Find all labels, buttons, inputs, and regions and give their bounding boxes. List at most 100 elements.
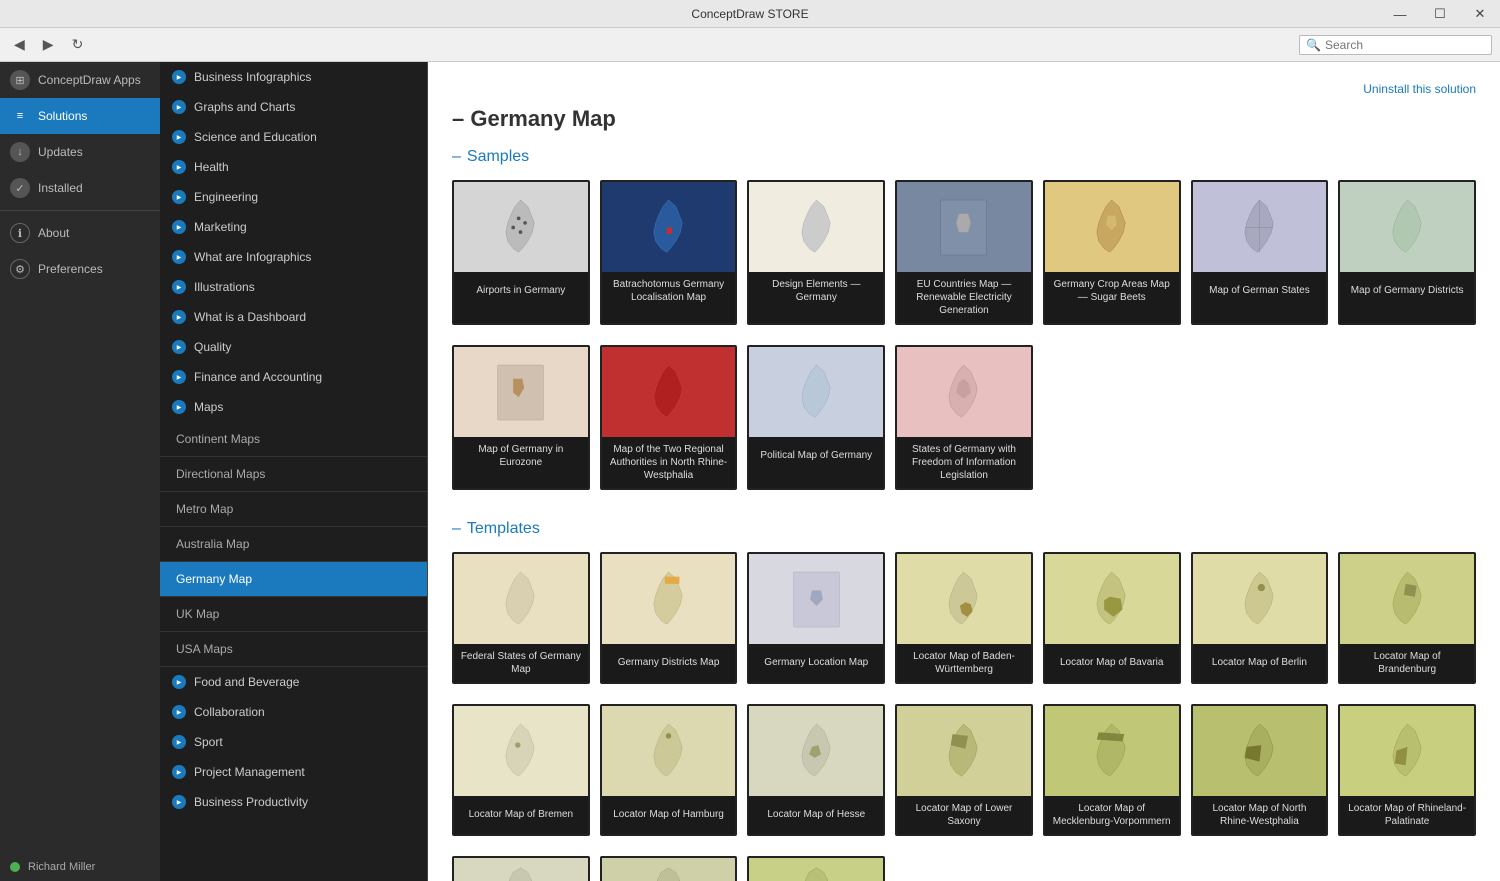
close-button[interactable]: ✕ (1460, 0, 1500, 28)
nav-sub-continent-maps[interactable]: Continent Maps (160, 422, 427, 457)
nav-item-collaboration[interactable]: Collaboration (160, 697, 427, 727)
window-controls: — ☐ ✕ (1380, 0, 1500, 27)
card-more-3[interactable] (747, 856, 885, 881)
nav-item-business-productivity[interactable]: Business Productivity (160, 787, 427, 817)
window-title: ConceptDraw STORE (691, 7, 808, 21)
card-locator-bavaria[interactable]: Locator Map of Bavaria (1043, 552, 1181, 684)
card-batrachotomus[interactable]: Batrachotomus Germany Localisation Map (600, 180, 738, 325)
card-locator-north-rhine[interactable]: Locator Map of North Rhine-Westphalia (1191, 704, 1329, 836)
card-locator-hesse[interactable]: Locator Map of Hesse (747, 704, 885, 836)
card-federal-states[interactable]: Federal States of Germany Map (452, 552, 590, 684)
nav-item-engineering[interactable]: Engineering (160, 182, 427, 212)
about-icon: ℹ (10, 223, 30, 243)
card-locator-brandenburg[interactable]: Locator Map of Brandenburg (1338, 552, 1476, 684)
sidebar-item-preferences-label: Preferences (38, 262, 103, 276)
sidebar-item-solutions[interactable]: ≡ Solutions (0, 98, 160, 134)
nav-item-illustrations[interactable]: Illustrations (160, 272, 427, 302)
sidebar: ⊞ ConceptDraw Apps ≡ Solutions ↓ Updates… (0, 62, 160, 881)
nav-bullet-marketing (172, 220, 186, 234)
card-locator-berlin[interactable]: Locator Map of Berlin (1191, 552, 1329, 684)
search-icon: 🔍 (1306, 38, 1321, 52)
nav-bullet-quality (172, 340, 186, 354)
card-img-political-map (749, 347, 883, 437)
card-locator-lower-saxony[interactable]: Locator Map of Lower Saxony (895, 704, 1033, 836)
nav-item-what-are-infographics[interactable]: What are Infographics (160, 242, 427, 272)
uninstall-link[interactable]: Uninstall this solution (452, 82, 1476, 96)
nav-item-project-management[interactable]: Project Management (160, 757, 427, 787)
card-germany-districts-tmpl[interactable]: Germany Districts Map (600, 552, 738, 684)
card-germany-crop[interactable]: Germany Crop Areas Map — Sugar Beets (1043, 180, 1181, 325)
card-airports-germany[interactable]: Airports in Germany (452, 180, 590, 325)
forward-button[interactable]: ▶ (37, 33, 60, 56)
card-img-germany-districts-tmpl (602, 554, 736, 644)
card-two-regional[interactable]: Map of the Two Regional Authorities in N… (600, 345, 738, 490)
card-img-locator-hesse (749, 706, 883, 796)
card-political-map[interactable]: Political Map of Germany (747, 345, 885, 490)
card-more-1[interactable] (452, 856, 590, 881)
nav-item-maps[interactable]: Maps (160, 392, 427, 422)
sidebar-item-preferences[interactable]: ⚙ Preferences (0, 251, 160, 287)
nav-bullet-food-beverage (172, 675, 186, 689)
sidebar-item-apps[interactable]: ⊞ ConceptDraw Apps (0, 62, 160, 98)
card-img-more-2 (602, 858, 736, 881)
card-more-2[interactable] (600, 856, 738, 881)
sidebar-item-installed[interactable]: ✓ Installed (0, 170, 160, 206)
nav-item-sport[interactable]: Sport (160, 727, 427, 757)
sidebar-item-about[interactable]: ℹ About (0, 215, 160, 251)
nav-item-finance-accounting[interactable]: Finance and Accounting (160, 362, 427, 392)
nav-item-science-education[interactable]: Science and Education (160, 122, 427, 152)
card-germany-eurozone[interactable]: Map of Germany in Eurozone (452, 345, 590, 490)
sidebar-item-updates[interactable]: ↓ Updates (0, 134, 160, 170)
templates-toggle[interactable]: – (452, 520, 461, 538)
card-locator-rhineland[interactable]: Locator Map of Rhineland-Palatinate (1338, 704, 1476, 836)
card-label-locator-berlin: Locator Map of Berlin (1193, 644, 1327, 680)
nav-item-graphs-charts[interactable]: Graphs and Charts (160, 92, 427, 122)
nav-item-marketing[interactable]: Marketing (160, 212, 427, 242)
nav-sub-usa-maps-label: USA Maps (176, 642, 233, 656)
refresh-button[interactable]: ↻ (66, 33, 90, 56)
card-locator-mecklenburg[interactable]: Locator Map of Mecklenburg-Vorpommern (1043, 704, 1181, 836)
card-states-freedom[interactable]: States of Germany with Freedom of Inform… (895, 345, 1033, 490)
card-label-locator-bavaria: Locator Map of Bavaria (1045, 644, 1179, 680)
nav-sub-uk-map[interactable]: UK Map (160, 597, 427, 632)
card-locator-hamburg[interactable]: Locator Map of Hamburg (600, 704, 738, 836)
card-germany-location[interactable]: Germany Location Map (747, 552, 885, 684)
card-design-elements[interactable]: Design Elements — Germany (747, 180, 885, 325)
nav-sub-usa-maps[interactable]: USA Maps (160, 632, 427, 667)
nav-item-food-beverage[interactable]: Food and Beverage (160, 667, 427, 697)
card-label-states-freedom: States of Germany with Freedom of Inform… (897, 437, 1031, 488)
nav-sub-uk-map-label: UK Map (176, 607, 219, 621)
samples-section-title: Samples (467, 148, 529, 166)
nav-label-business-productivity: Business Productivity (194, 795, 308, 809)
nav-label-finance-accounting: Finance and Accounting (194, 370, 322, 384)
updates-icon: ↓ (10, 142, 30, 162)
samples-toggle[interactable]: – (452, 148, 461, 166)
back-button[interactable]: ◀ (8, 33, 31, 56)
card-eu-countries[interactable]: EU Countries Map — Renewable Electricity… (895, 180, 1033, 325)
maximize-button[interactable]: ☐ (1420, 0, 1460, 28)
nav-sub-metro-map[interactable]: Metro Map (160, 492, 427, 527)
nav-sub-australia-map[interactable]: Australia Map (160, 527, 427, 562)
card-map-germany-districts[interactable]: Map of Germany Districts (1338, 180, 1476, 325)
nav-item-what-is-dashboard[interactable]: What is a Dashboard (160, 302, 427, 332)
search-input[interactable] (1325, 38, 1485, 52)
card-map-german-states[interactable]: Map of German States (1191, 180, 1329, 325)
nav-item-business-infographics[interactable]: Business Infographics (160, 62, 427, 92)
nav-bullet-what-is-dashboard (172, 310, 186, 324)
card-locator-baden[interactable]: Locator Map of Baden-Württemberg (895, 552, 1033, 684)
nav-sub-directional-maps[interactable]: Directional Maps (160, 457, 427, 492)
nav-item-quality[interactable]: Quality (160, 332, 427, 362)
nav-bullet-science-education (172, 130, 186, 144)
card-img-more-3 (749, 858, 883, 881)
nav-label-what-is-dashboard: What is a Dashboard (194, 310, 306, 324)
nav-sub-germany-map[interactable]: Germany Map (160, 562, 427, 597)
card-img-locator-bremen (454, 706, 588, 796)
card-locator-bremen[interactable]: Locator Map of Bremen (452, 704, 590, 836)
card-label-locator-mecklenburg: Locator Map of Mecklenburg-Vorpommern (1045, 796, 1179, 834)
card-img-germany-crop (1045, 182, 1179, 272)
nav-item-health[interactable]: Health (160, 152, 427, 182)
card-label-eu-countries: EU Countries Map — Renewable Electricity… (897, 272, 1031, 323)
minimize-button[interactable]: — (1380, 0, 1420, 28)
nav-bullet-engineering (172, 190, 186, 204)
nav-sub-continent-maps-label: Continent Maps (176, 432, 260, 446)
